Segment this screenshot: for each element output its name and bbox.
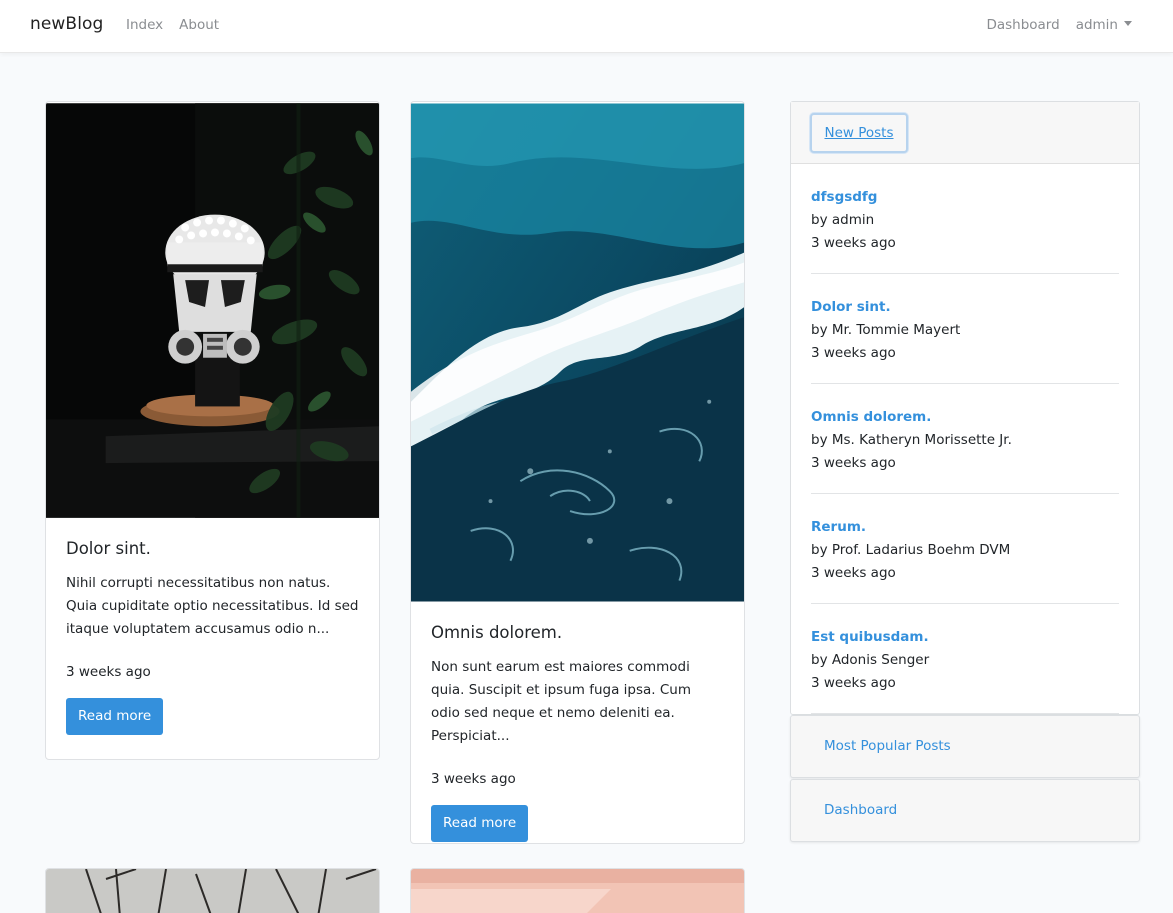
post-author: by Prof. Ladarius Boehm DVM [811, 542, 1011, 558]
post-card-body: Omnis dolorem. Non sunt earum est maiore… [431, 623, 724, 842]
post-excerpt: Non sunt earum est maiores commodi quia.… [431, 659, 691, 744]
post-date: 3 weeks ago [431, 771, 516, 787]
post-date: 3 weeks ago [811, 565, 896, 581]
post-link[interactable]: Dolor sint. [811, 296, 1119, 319]
nav-link-dashboard[interactable]: Dashboard [986, 17, 1059, 33]
post-link[interactable]: Rerum. [811, 516, 1119, 539]
post-card: Dolor sint. Nihil corrupti necessitatibu… [45, 101, 380, 760]
read-more-button[interactable]: Read more [66, 698, 164, 735]
post-date: 3 weeks ago [811, 235, 896, 251]
new-posts-panel: New Posts dfsgsdfg by admin 3 weeks ago … [790, 101, 1140, 715]
list-item: Omnis dolorem. by Ms. Katheryn Morissett… [811, 384, 1119, 494]
post-card-partial [45, 868, 380, 913]
tab-most-popular[interactable]: Most Popular Posts [824, 738, 951, 754]
post-date: 3 weeks ago [811, 345, 896, 361]
post-author: by admin [811, 212, 875, 228]
post-image [411, 869, 744, 913]
nav-link-index[interactable]: Index [126, 17, 163, 33]
list-item: Rerum. by Prof. Ladarius Boehm DVM 3 wee… [811, 494, 1119, 604]
post-date: 3 weeks ago [811, 455, 896, 471]
post-date: 3 weeks ago [66, 664, 151, 680]
caret-down-icon [1124, 20, 1132, 26]
post-date: 3 weeks ago [811, 675, 896, 691]
post-link[interactable]: Omnis dolorem. [811, 406, 1119, 429]
user-dropdown[interactable]: admin [1076, 17, 1132, 33]
most-popular-panel[interactable]: Most Popular Posts [790, 715, 1140, 778]
list-item: Est quibusdam. by Adonis Senger 3 weeks … [811, 604, 1119, 714]
top-navbar: newBlog Index About Dashboard admin [0, 0, 1173, 53]
post-image [411, 103, 744, 602]
post-title: Dolor sint. [66, 539, 151, 558]
post-card-body: Dolor sint. Nihil corrupti necessitatibu… [66, 539, 359, 735]
nav-left: Index About [126, 17, 219, 33]
nav-right: Dashboard admin [986, 17, 1132, 33]
post-card-partial [410, 868, 745, 913]
dashboard-panel[interactable]: Dashboard [790, 779, 1140, 842]
post-card: Omnis dolorem. Non sunt earum est maiore… [410, 101, 745, 844]
brand-logo[interactable]: newBlog [30, 14, 103, 34]
post-author: by Adonis Senger [811, 652, 930, 668]
post-image [46, 103, 379, 518]
post-author: by Mr. Tommie Mayert [811, 322, 961, 338]
list-item: dfsgsdfg by admin 3 weeks ago [811, 164, 1119, 274]
tab-new-posts[interactable]: New Posts [810, 113, 908, 153]
user-name: admin [1075, 17, 1118, 33]
post-image [46, 869, 379, 913]
list-item: Dolor sint. by Mr. Tommie Mayert 3 weeks… [811, 274, 1119, 384]
post-link[interactable]: dfsgsdfg [811, 186, 1119, 209]
read-more-button[interactable]: Read more [431, 805, 529, 842]
post-link[interactable]: Est quibusdam. [811, 626, 1119, 649]
post-title: Omnis dolorem. [431, 623, 563, 642]
post-excerpt: Nihil corrupti necessitatibus non natus.… [66, 575, 359, 637]
tab-dashboard[interactable]: Dashboard [824, 802, 897, 818]
post-author: by Ms. Katheryn Morissette Jr. [811, 432, 1012, 448]
panel-header: New Posts [791, 102, 1139, 164]
nav-link-about[interactable]: About [179, 17, 219, 33]
